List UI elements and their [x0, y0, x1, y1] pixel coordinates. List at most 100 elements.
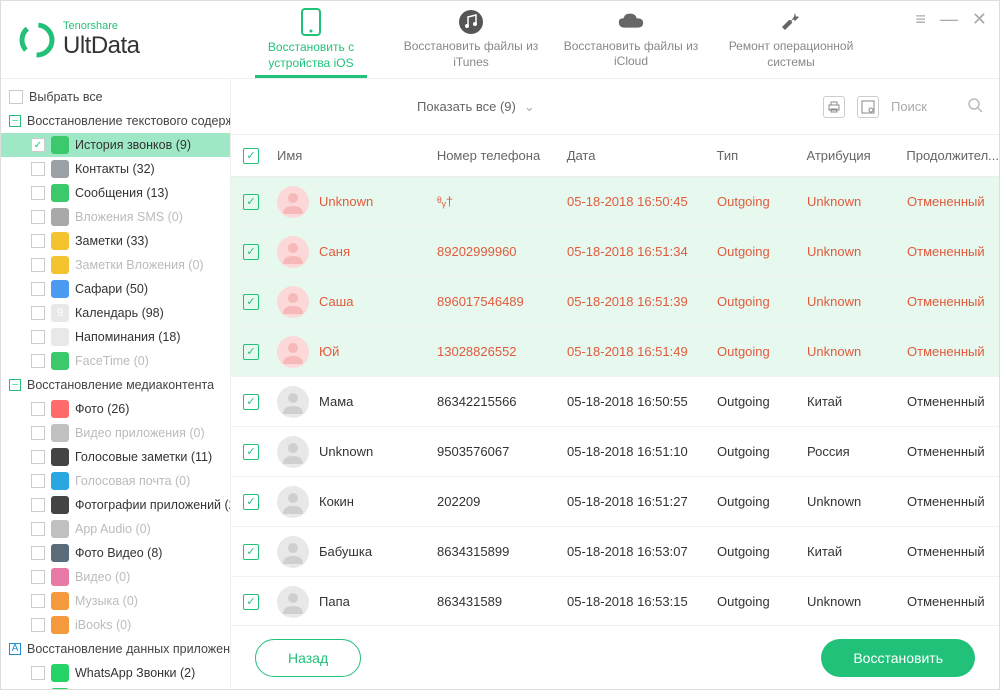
col-name[interactable]: Имя — [277, 148, 437, 163]
checkbox[interactable] — [31, 186, 45, 200]
checkbox[interactable] — [31, 402, 45, 416]
tab-repair-os[interactable]: Ремонт операционной системы — [711, 1, 871, 78]
sidebar-item-label: Сообщения (13) — [75, 186, 169, 200]
checkbox[interactable] — [9, 90, 23, 104]
checkbox[interactable] — [31, 330, 45, 344]
table-row[interactable]: Саня 89202999960 05-18-2018 16:51:34 Out… — [231, 227, 999, 277]
checkbox[interactable] — [31, 618, 45, 632]
sidebar[interactable]: Выбрать все – Восстановление текстового … — [1, 79, 231, 689]
sidebar-item[interactable]: Голосовая почта (0) — [1, 469, 230, 493]
table-row[interactable]: Папа 863431589 05-18-2018 16:53:15 Outgo… — [231, 577, 999, 625]
sidebar-group-text[interactable]: – Восстановление текстового содержи — [1, 109, 230, 133]
checkbox[interactable] — [31, 210, 45, 224]
category-icon — [51, 328, 69, 346]
sidebar-item[interactable]: Контакты (32) — [1, 157, 230, 181]
sidebar-item[interactable]: Заметки Вложения (0) — [1, 253, 230, 277]
select-all-checkbox[interactable] — [243, 148, 259, 164]
settings-icon[interactable] — [857, 96, 879, 118]
row-checkbox[interactable] — [243, 194, 259, 210]
sidebar-item[interactable]: Фото (26) — [1, 397, 230, 421]
sidebar-item[interactable]: iBooks (0) — [1, 613, 230, 637]
row-checkbox[interactable] — [243, 544, 259, 560]
tab-recover-itunes[interactable]: Восстановить файлы из iTunes — [391, 1, 551, 78]
col-attr[interactable]: Атрибуция — [806, 148, 906, 163]
checkbox[interactable] — [31, 234, 45, 248]
search-input[interactable]: Поиск — [891, 97, 983, 116]
recover-button[interactable]: Восстановить — [821, 639, 975, 677]
sidebar-item[interactable]: WhatsApp Звонки (2) — [1, 661, 230, 685]
col-date[interactable]: Дата — [567, 148, 717, 163]
row-checkbox[interactable] — [243, 394, 259, 410]
cell-phone: 896017546489 — [437, 294, 567, 309]
row-checkbox[interactable] — [243, 594, 259, 610]
sidebar-item[interactable]: История звонков (9) — [1, 133, 230, 157]
checkbox[interactable] — [31, 522, 45, 536]
close-icon[interactable]: ✕ — [972, 9, 987, 30]
checkbox[interactable] — [31, 666, 45, 680]
table-row[interactable]: Unknown ᶿᵧ† 05-18-2018 16:50:45 Outgoing… — [231, 177, 999, 227]
table-row[interactable]: Бабушка 8634315899 05-18-2018 16:53:07 O… — [231, 527, 999, 577]
sidebar-select-all[interactable]: Выбрать все — [1, 85, 230, 109]
col-duration[interactable]: Продолжител... — [906, 148, 999, 163]
sidebar-item[interactable]: App Audio (0) — [1, 517, 230, 541]
collapse-icon[interactable]: – — [9, 115, 21, 127]
checkbox[interactable] — [31, 258, 45, 272]
row-checkbox[interactable] — [243, 444, 259, 460]
sidebar-item[interactable]: 9 Календарь (98) — [1, 301, 230, 325]
sidebar-item[interactable]: Напоминания (18) — [1, 325, 230, 349]
sidebar-item[interactable]: Заметки (33) — [1, 229, 230, 253]
sidebar-item[interactable]: Фотографии приложений (24 — [1, 493, 230, 517]
checkbox[interactable] — [31, 138, 45, 152]
sidebar-item[interactable]: Фото Видео (8) — [1, 541, 230, 565]
print-icon[interactable] — [823, 96, 845, 118]
sidebar-item-label: Сафари (50) — [75, 282, 148, 296]
sidebar-item[interactable]: FaceTime (0) — [1, 349, 230, 373]
select-all-label: Выбрать все — [29, 90, 103, 104]
table-row[interactable]: Мама 86342215566 05-18-2018 16:50:55 Out… — [231, 377, 999, 427]
group-label: Восстановление медиаконтента — [27, 378, 214, 392]
tab-recover-icloud[interactable]: Восстановить файлы из iCloud — [551, 1, 711, 78]
checkbox[interactable] — [31, 306, 45, 320]
checkbox[interactable] — [31, 282, 45, 296]
cell-type: Outgoing — [717, 244, 807, 259]
table-row[interactable]: Саша 896017546489 05-18-2018 16:51:39 Ou… — [231, 277, 999, 327]
table-row[interactable]: Юй 13028826552 05-18-2018 16:51:49 Outgo… — [231, 327, 999, 377]
checkbox[interactable] — [31, 354, 45, 368]
sidebar-item[interactable]: Музыка (0) — [1, 589, 230, 613]
col-phone[interactable]: Номер телефона — [437, 148, 567, 163]
checkbox[interactable] — [31, 474, 45, 488]
checkbox[interactable] — [31, 162, 45, 176]
cell-duration: Отмененный — [907, 444, 999, 459]
sidebar-item[interactable]: Сообщения WhatsApp (3) — [1, 685, 230, 689]
checkbox[interactable] — [31, 546, 45, 560]
checkbox[interactable] — [31, 426, 45, 440]
sidebar-item[interactable]: Сообщения (13) — [1, 181, 230, 205]
row-checkbox[interactable] — [243, 294, 259, 310]
col-type[interactable]: Тип — [717, 148, 807, 163]
category-icon — [51, 688, 69, 689]
sidebar-item[interactable]: Видео приложения (0) — [1, 421, 230, 445]
back-button[interactable]: Назад — [255, 639, 361, 677]
row-checkbox[interactable] — [243, 244, 259, 260]
sidebar-group-media[interactable]: – Восстановление медиаконтента — [1, 373, 230, 397]
sidebar-item[interactable]: Сафари (50) — [1, 277, 230, 301]
sidebar-item[interactable]: Вложения SMS (0) — [1, 205, 230, 229]
menu-icon[interactable]: ≡ — [915, 9, 926, 30]
collapse-icon[interactable]: – — [9, 379, 21, 391]
row-checkbox[interactable] — [243, 494, 259, 510]
filter-dropdown[interactable]: Показать все (9) ⌄ — [417, 99, 535, 115]
tab-recover-ios[interactable]: Восстановить с устройства iOS — [231, 1, 391, 78]
checkbox[interactable] — [31, 498, 45, 512]
sidebar-item[interactable]: Видео (0) — [1, 565, 230, 589]
checkbox[interactable] — [31, 450, 45, 464]
minimize-icon[interactable]: — — [940, 9, 958, 30]
checkbox[interactable] — [31, 594, 45, 608]
collapse-icon[interactable]: A — [9, 643, 21, 655]
table-row[interactable]: Unknown 9503576067 05-18-2018 16:51:10 O… — [231, 427, 999, 477]
sidebar-item[interactable]: Голосовые заметки (11) — [1, 445, 230, 469]
row-checkbox[interactable] — [243, 344, 259, 360]
table-row[interactable]: Кокин 202209 05-18-2018 16:51:27 Outgoin… — [231, 477, 999, 527]
avatar — [277, 386, 309, 418]
checkbox[interactable] — [31, 570, 45, 584]
sidebar-group-apps[interactable]: A Восстановление данных приложений — [1, 637, 230, 661]
